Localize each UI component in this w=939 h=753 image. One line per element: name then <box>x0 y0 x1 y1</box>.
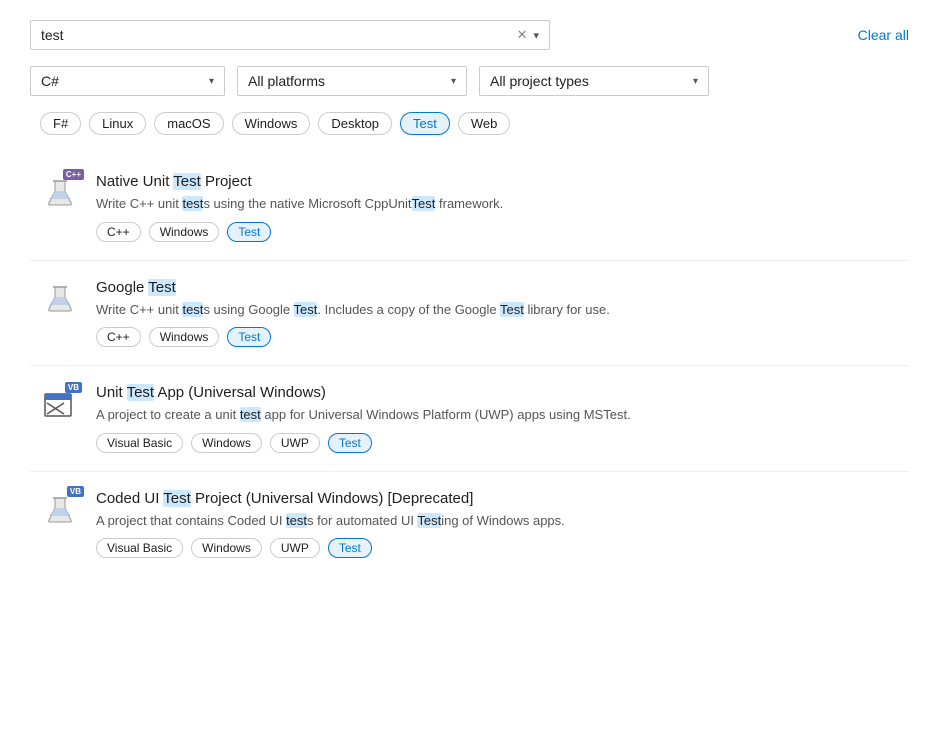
project-type-filter[interactable]: All project types ▾ <box>479 66 709 96</box>
result-tag-uwp[interactable]: UWP <box>270 433 320 453</box>
result-content-coded-ui-test-uwp: Coded UI Test Project (Universal Windows… <box>96 490 899 559</box>
project-type-filter-arrow-icon: ▾ <box>693 76 698 87</box>
tag-chip-web[interactable]: Web <box>458 112 511 135</box>
tag-filter-row: F# Linux macOS Windows Desktop Test Web <box>30 112 909 135</box>
language-filter-label: C# <box>41 73 59 89</box>
result-item-native-unit-test[interactable]: C++ Native Unit Test Project Write C++ un… <box>30 155 909 261</box>
result-content-native-unit-test: Native Unit Test Project Write C++ unit t… <box>96 173 899 242</box>
result-content-unit-test-app-uwp: Unit Test App (Universal Windows) A proje… <box>96 384 899 453</box>
result-title-unit-test-app-uwp: Unit Test App (Universal Windows) <box>96 384 899 401</box>
results-list: C++ Native Unit Test Project Write C++ un… <box>30 155 909 576</box>
tag-chip-f#[interactable]: F# <box>40 112 81 135</box>
result-tag-visual-basic[interactable]: Visual Basic <box>96 433 183 453</box>
result-tag-c++[interactable]: C++ <box>96 222 141 242</box>
flask-cpp-icon: C++ <box>40 173 80 213</box>
result-tags-native-unit-test: C++ Windows Test <box>96 222 899 242</box>
flask-plain-icon <box>40 279 80 319</box>
result-item-unit-test-app-uwp[interactable]: VB Unit Test App (Universal Windows) A pr… <box>30 366 909 472</box>
search-row: ✕ ▾ Clear all <box>30 20 909 50</box>
search-input[interactable] <box>41 27 517 43</box>
clear-search-icon[interactable]: ✕ <box>517 27 528 43</box>
result-desc-coded-ui-test-uwp: A project that contains Coded UI tests f… <box>96 511 899 531</box>
tag-chip-macos[interactable]: macOS <box>154 112 223 135</box>
filter-row: C# ▾ All platforms ▾ All project types ▾ <box>30 66 909 96</box>
tag-chip-windows[interactable]: Windows <box>232 112 311 135</box>
tag-chip-test[interactable]: Test <box>400 112 450 135</box>
result-tag-windows[interactable]: Windows <box>149 327 220 347</box>
result-desc-google-test: Write C++ unit tests using Google Test. … <box>96 300 899 320</box>
result-title-native-unit-test: Native Unit Test Project <box>96 173 899 190</box>
result-content-google-test: Google Test Write C++ unit tests using Go… <box>96 279 899 348</box>
result-tag-windows[interactable]: Windows <box>191 433 262 453</box>
result-tag-test[interactable]: Test <box>328 433 372 453</box>
result-desc-unit-test-app-uwp: A project to create a unit test app for … <box>96 405 899 425</box>
result-tag-windows[interactable]: Windows <box>191 538 262 558</box>
language-filter[interactable]: C# ▾ <box>30 66 225 96</box>
clear-all-button[interactable]: Clear all <box>858 27 909 43</box>
result-item-coded-ui-test-uwp[interactable]: VB Coded UI Test Project (Universal Wind… <box>30 472 909 577</box>
search-dropdown-icon[interactable]: ▾ <box>533 29 539 42</box>
result-tag-c++[interactable]: C++ <box>96 327 141 347</box>
project-type-filter-label: All project types <box>490 73 589 89</box>
result-tag-visual-basic[interactable]: Visual Basic <box>96 538 183 558</box>
result-tags-coded-ui-test-uwp: Visual Basic Windows UWP Test <box>96 538 899 558</box>
result-title-coded-ui-test-uwp: Coded UI Test Project (Universal Windows… <box>96 490 899 507</box>
result-tag-uwp[interactable]: UWP <box>270 538 320 558</box>
language-filter-arrow-icon: ▾ <box>209 76 214 87</box>
window-vb-icon: VB <box>40 384 80 424</box>
tag-chip-desktop[interactable]: Desktop <box>318 112 392 135</box>
search-controls: ✕ ▾ <box>517 27 539 43</box>
platform-filter-label: All platforms <box>248 73 325 89</box>
platform-filter-arrow-icon: ▾ <box>451 76 456 87</box>
flask-vb-icon: VB <box>40 490 80 530</box>
platform-filter[interactable]: All platforms ▾ <box>237 66 467 96</box>
result-tag-test[interactable]: Test <box>328 538 372 558</box>
result-tag-windows[interactable]: Windows <box>149 222 220 242</box>
result-title-google-test: Google Test <box>96 279 899 296</box>
result-tags-google-test: C++ Windows Test <box>96 327 899 347</box>
tag-chip-linux[interactable]: Linux <box>89 112 146 135</box>
result-item-google-test[interactable]: Google Test Write C++ unit tests using Go… <box>30 261 909 367</box>
result-desc-native-unit-test: Write C++ unit tests using the native Mi… <box>96 194 899 214</box>
result-tag-test[interactable]: Test <box>227 327 271 347</box>
search-box-container: ✕ ▾ <box>30 20 550 50</box>
result-tags-unit-test-app-uwp: Visual Basic Windows UWP Test <box>96 433 899 453</box>
result-tag-test[interactable]: Test <box>227 222 271 242</box>
